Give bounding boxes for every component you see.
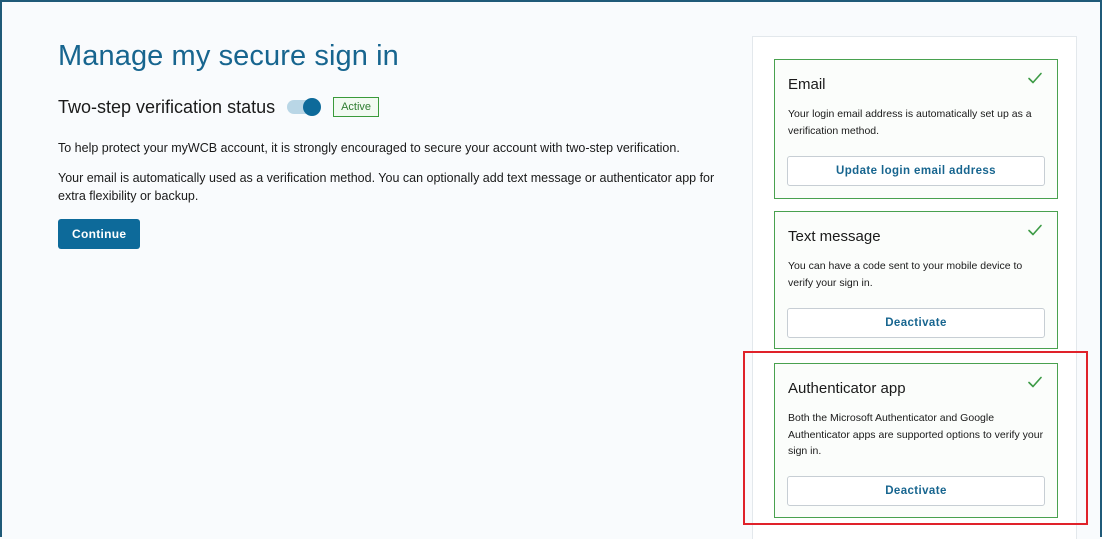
verification-toggle[interactable] [287, 98, 322, 116]
method-title: Email [788, 76, 826, 93]
verification-methods-panel: Email Your login email address is automa… [752, 36, 1077, 539]
main-content: Manage my secure sign in Two-step verifi… [58, 40, 738, 249]
check-icon [1028, 72, 1042, 84]
app-window: Manage my secure sign in Two-step verifi… [0, 0, 1102, 539]
continue-button[interactable]: Continue [58, 219, 141, 249]
intro-paragraph: To help protect your myWCB account, it i… [58, 141, 680, 155]
deactivate-text-message-button[interactable]: Deactivate [787, 308, 1045, 338]
method-title: Text message [788, 228, 881, 245]
page-title: Manage my secure sign in [58, 40, 399, 72]
method-card-email: Email Your login email address is automa… [774, 59, 1058, 199]
method-description: Both the Microsoft Authenticator and Goo… [788, 412, 1044, 457]
email-info-paragraph: Your email is automatically used as a ve… [58, 171, 715, 203]
status-badge: Active [333, 97, 380, 117]
update-email-button[interactable]: Update login email address [787, 156, 1045, 186]
method-card-authenticator-app: Authenticator app Both the Microsoft Aut… [774, 363, 1058, 518]
method-description: You can have a code sent to your mobile … [788, 260, 1023, 289]
method-description: Your login email address is automaticall… [788, 108, 1032, 137]
check-icon [1028, 376, 1042, 388]
method-title: Authenticator app [788, 380, 906, 397]
deactivate-authenticator-button[interactable]: Deactivate [787, 476, 1045, 506]
verification-status-label: Two-step verification status [58, 96, 276, 117]
check-icon [1028, 224, 1042, 236]
toggle-knob [303, 98, 322, 116]
verification-status-row: Two-step verification status Active [58, 95, 738, 119]
method-card-text-message: Text message You can have a code sent to… [774, 211, 1058, 349]
